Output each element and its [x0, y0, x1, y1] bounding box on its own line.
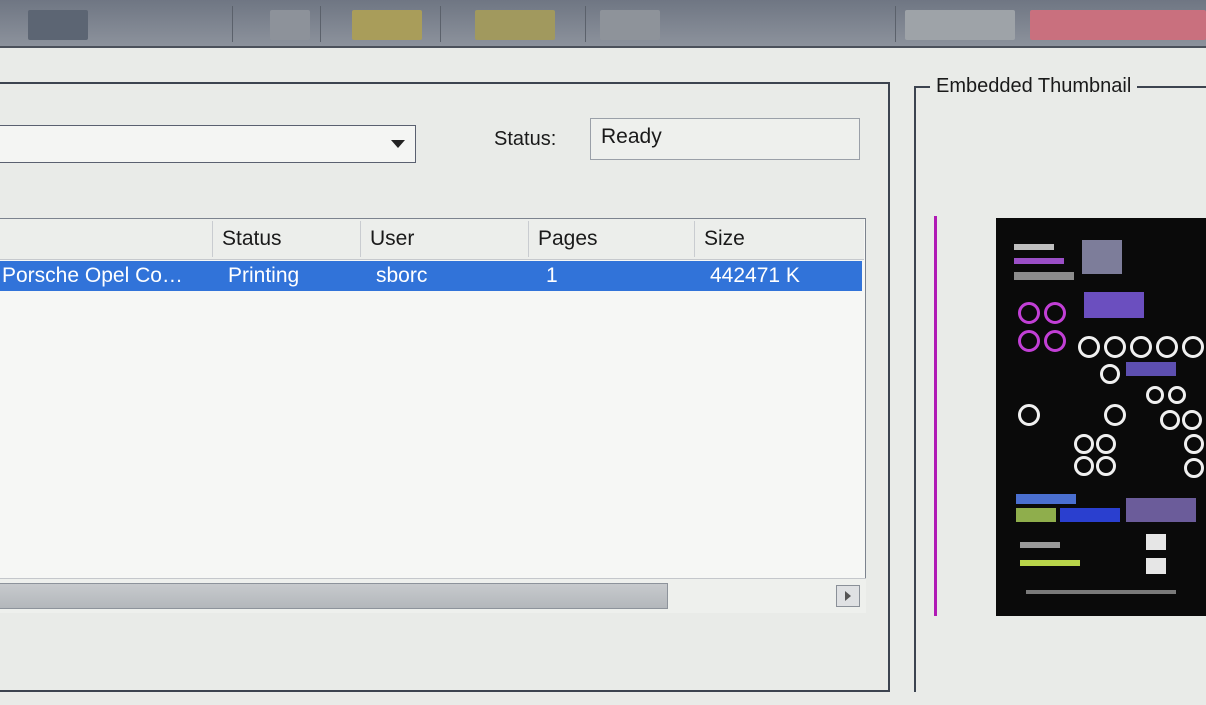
thumbnail-mark [1184, 458, 1204, 478]
list-header: Status User Pages Size [0, 219, 864, 260]
column-separator[interactable] [528, 221, 529, 257]
thumbnail-mark [1074, 434, 1094, 454]
thumbnail-mark [1016, 508, 1056, 522]
toolbar-divider [232, 6, 233, 42]
toolbar-button-1-icon[interactable] [28, 10, 88, 40]
thumbnail-mark [1156, 336, 1178, 358]
table-row[interactable]: Porsche Opel Co… Printing sborc 1 442471… [0, 261, 862, 291]
toolbar-divider [585, 6, 586, 42]
thumbnail-mark [1082, 240, 1122, 274]
stack-icon[interactable] [905, 10, 1015, 40]
thumbnail-mark [1078, 336, 1100, 358]
thumbnail-mark [1020, 560, 1080, 566]
thumbnail-mark [1104, 336, 1126, 358]
thumbnail-mark [1100, 364, 1120, 384]
job-queue-select[interactable] [0, 125, 416, 163]
thumbnail-mark [1182, 410, 1202, 430]
thumbnail-mark [1018, 330, 1040, 352]
thumbnail-mark [1130, 336, 1152, 358]
column-separator[interactable] [694, 221, 695, 257]
column-header-pages[interactable]: Pages [538, 227, 598, 251]
cell-size: 442471 K [710, 264, 800, 287]
thumbnail-mark [1126, 362, 1176, 376]
thumbnail-mark [1184, 434, 1204, 454]
cell-status: Printing [228, 264, 300, 287]
print-document-icon[interactable] [475, 10, 555, 40]
thumbnail-mark [1146, 534, 1166, 550]
thumbnail-mark [1146, 558, 1166, 574]
cell-user: sborc [376, 264, 428, 287]
status-field: Ready [590, 118, 860, 160]
thumbnail-mark [1014, 258, 1064, 264]
column-header-user[interactable]: User [370, 227, 414, 251]
accent-divider [934, 216, 937, 616]
column-header-status[interactable]: Status [222, 227, 282, 251]
status-label: Status: [494, 128, 557, 150]
document-icon[interactable] [270, 10, 310, 40]
thumbnail-mark [1168, 386, 1186, 404]
thumbnail-title: Embedded Thumbnail [930, 75, 1138, 98]
thumbnail-mark [1044, 330, 1066, 352]
embedded-thumbnail-image [996, 218, 1206, 616]
thumbnail-mark [1074, 456, 1094, 476]
thumbnail-mark [1044, 302, 1066, 324]
scroll-right-arrow-icon[interactable] [836, 585, 860, 607]
cell-name: Porsche Opel Co… [2, 264, 183, 287]
settings-document-icon[interactable] [600, 10, 660, 40]
thumbnail-mark [1104, 404, 1126, 426]
thumbnail-mark [1182, 336, 1204, 358]
column-separator[interactable] [212, 221, 213, 257]
scrollbar-thumb[interactable] [0, 583, 668, 609]
thumbnail-mark [1026, 590, 1176, 594]
thumbnail-mark [1096, 434, 1116, 454]
toolbar-divider [895, 6, 896, 42]
thumbnail-mark [1084, 292, 1144, 318]
horizontal-scrollbar[interactable] [0, 578, 866, 613]
job-list[interactable]: Status User Pages Size Porsche Opel Co… … [0, 218, 866, 612]
thumbnail-mark [1014, 272, 1074, 280]
thumbnail-mark [1018, 404, 1040, 426]
column-separator[interactable] [360, 221, 361, 257]
thumbnail-mark [1018, 302, 1040, 324]
thumbnail-mark [1060, 508, 1120, 522]
folder-document-icon[interactable] [352, 10, 422, 40]
toolbar-divider [320, 6, 321, 42]
brand-logo-icon [1030, 10, 1206, 40]
cell-pages: 1 [546, 264, 558, 287]
thumbnail-mark [1020, 542, 1060, 548]
thumbnail-mark [1160, 410, 1180, 430]
toolbar [0, 0, 1206, 48]
thumbnail-mark [1126, 498, 1196, 522]
thumbnail-mark [1014, 244, 1054, 250]
toolbar-divider [440, 6, 441, 42]
thumbnail-mark [1016, 494, 1076, 504]
dropdown-arrow-icon[interactable] [391, 140, 405, 148]
thumbnail-mark [1146, 386, 1164, 404]
column-header-size[interactable]: Size [704, 227, 745, 251]
thumbnail-mark [1096, 456, 1116, 476]
